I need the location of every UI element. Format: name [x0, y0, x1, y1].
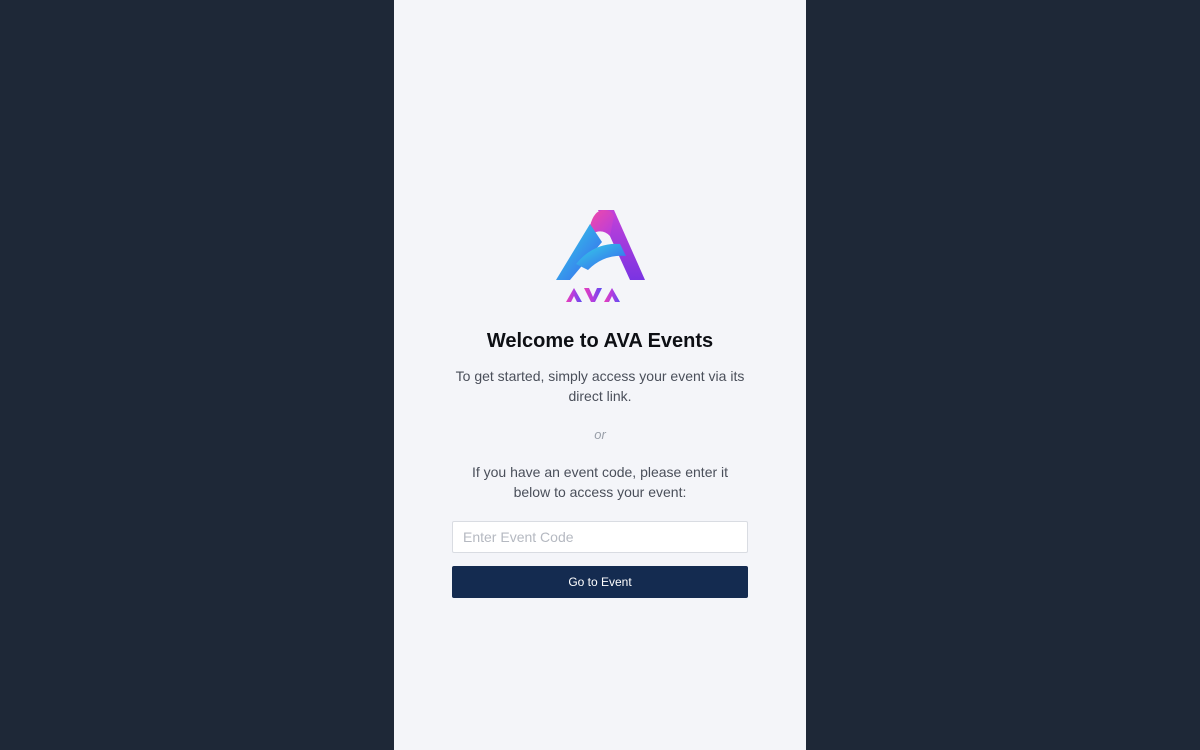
event-code-input[interactable]	[452, 521, 748, 553]
ava-logo	[554, 208, 646, 304]
intro-text: To get started, simply access your event…	[455, 368, 745, 404]
event-code-prompt: If you have an event code, please enter …	[471, 464, 729, 500]
page-background: Welcome to AVA Events To get started, si…	[0, 0, 1200, 750]
ava-logo-icon	[556, 210, 645, 302]
go-to-event-button[interactable]: Go to Event	[452, 566, 748, 598]
page-title: Welcome to AVA Events	[486, 330, 714, 352]
or-divider-text: or	[594, 427, 606, 442]
